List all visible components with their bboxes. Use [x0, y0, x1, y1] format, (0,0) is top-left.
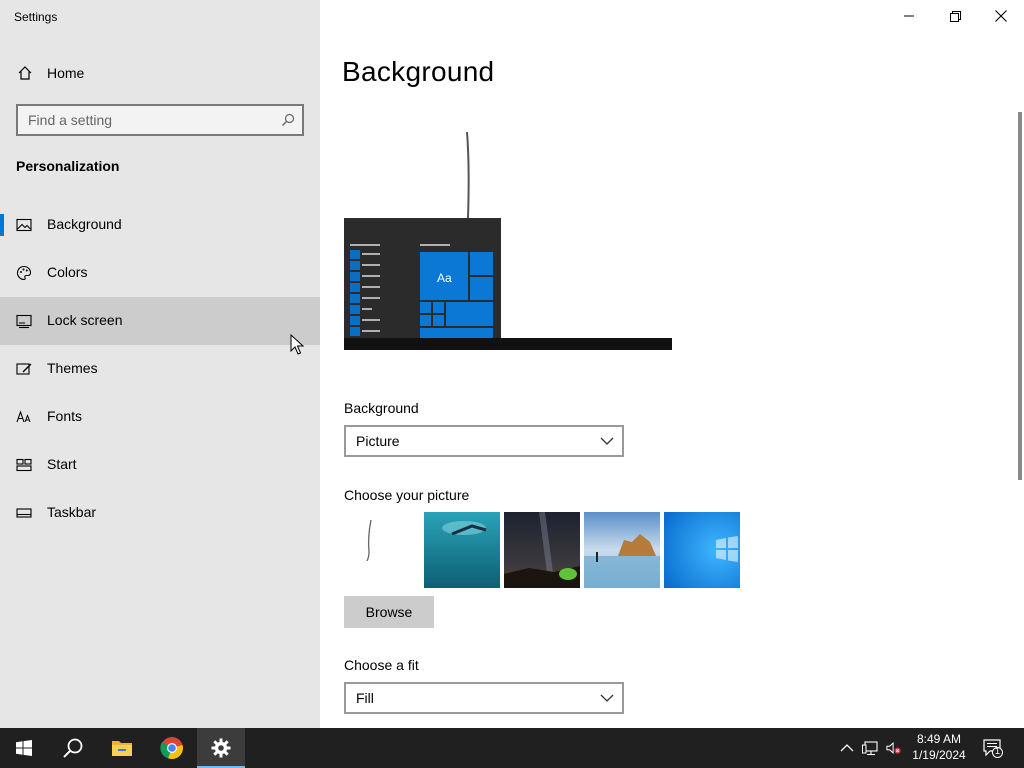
sidebar-item-start[interactable]: Start [0, 441, 320, 489]
search-placeholder: Find a setting [28, 112, 113, 128]
window-title: Settings [14, 10, 58, 24]
section-title: Personalization [16, 158, 120, 174]
minimize-button[interactable] [886, 0, 932, 32]
lock-screen-icon [16, 314, 32, 329]
settings-taskbar-button[interactable] [197, 728, 245, 768]
fit-dropdown[interactable]: Fill [344, 682, 624, 714]
background-dropdown-value: Picture [356, 433, 400, 449]
file-explorer-icon [112, 741, 132, 756]
picture-thumbnail-5[interactable] [664, 512, 740, 588]
taskbar-search-button[interactable] [48, 728, 96, 768]
action-center-button[interactable]: 1 [982, 738, 1004, 758]
nav-home[interactable]: Home [0, 57, 320, 89]
sidebar-item-taskbar[interactable]: Taskbar [0, 489, 320, 537]
content-scrollbar[interactable] [1018, 112, 1022, 480]
desktop-preview: Aa [344, 128, 672, 350]
volume-muted-icon[interactable] [886, 740, 902, 756]
home-icon [18, 66, 32, 80]
palette-icon [16, 265, 32, 281]
choose-picture-label: Choose your picture [344, 487, 470, 503]
preview-tile-text: Aa [437, 271, 452, 285]
taskbar: 8:49 AM 1/19/2024 1 [0, 728, 1024, 768]
chrome-icon [160, 737, 183, 760]
search-icon [282, 113, 295, 126]
picture-thumbnail-2[interactable] [424, 512, 500, 588]
page-title: Background [342, 56, 495, 87]
settings-icon [211, 738, 231, 758]
sidebar-item-label: Taskbar [47, 504, 97, 520]
taskbar-clock[interactable]: 8:49 AM 1/19/2024 [906, 731, 972, 763]
sidebar-item-themes[interactable]: Themes [0, 345, 320, 393]
picture-thumbnail-4[interactable] [584, 512, 660, 588]
network-icon[interactable] [862, 740, 878, 756]
restore-button[interactable] [932, 0, 978, 32]
picture-icon [16, 218, 32, 232]
file-explorer-button[interactable] [98, 728, 146, 768]
background-dropdown[interactable]: Picture [344, 425, 624, 457]
selection-indicator [0, 214, 4, 236]
themes-icon [16, 363, 32, 375]
sidebar-item-label: Colors [47, 264, 88, 280]
background-label: Background [344, 400, 419, 416]
desktop-preview-image [344, 131, 672, 350]
fonts-icon [16, 410, 31, 423]
sidebar-item-label: Lock screen [47, 312, 123, 328]
sidebar-item-fonts[interactable]: Fonts [0, 393, 320, 441]
sidebar-item-lock-screen[interactable]: Lock screen [0, 297, 320, 345]
clock-time: 8:49 AM [916, 732, 962, 746]
close-button[interactable] [978, 0, 1024, 32]
sidebar-item-label: Fonts [47, 408, 83, 424]
chrome-button[interactable] [148, 728, 196, 768]
sidebar-item-background[interactable]: Background [0, 201, 320, 249]
browse-button[interactable]: Browse [344, 596, 434, 628]
fit-dropdown-value: Fill [356, 690, 374, 706]
navigation-pane: Settings Home Find a setting Personaliza… [0, 0, 320, 728]
search-input[interactable]: Find a setting [16, 104, 304, 136]
restore-icon [950, 11, 961, 22]
chevron-down-icon [600, 437, 614, 445]
start-button[interactable] [0, 728, 48, 768]
nav-home-label: Home [47, 65, 85, 81]
picture-thumbnail-3[interactable] [504, 512, 580, 588]
notification-count: 1 [994, 746, 1000, 756]
choose-fit-label: Choose a fit [344, 657, 419, 673]
picture-thumbnail-1[interactable] [344, 512, 420, 588]
sidebar-item-label: Start [47, 456, 77, 472]
chevron-down-icon [600, 694, 614, 702]
sidebar-item-label: Background [47, 216, 122, 232]
minimize-icon [904, 15, 914, 17]
chevron-up-icon[interactable] [839, 740, 855, 756]
sidebar-item-label: Themes [47, 360, 98, 376]
sidebar-item-colors[interactable]: Colors [0, 249, 320, 297]
start-icon [16, 458, 32, 472]
close-icon [995, 10, 1007, 22]
search-icon [63, 738, 83, 758]
clock-date: 1/19/2024 [912, 748, 966, 762]
taskbar-icon [16, 508, 32, 518]
mouse-cursor-icon [290, 334, 304, 355]
windows-logo-icon [16, 740, 32, 756]
